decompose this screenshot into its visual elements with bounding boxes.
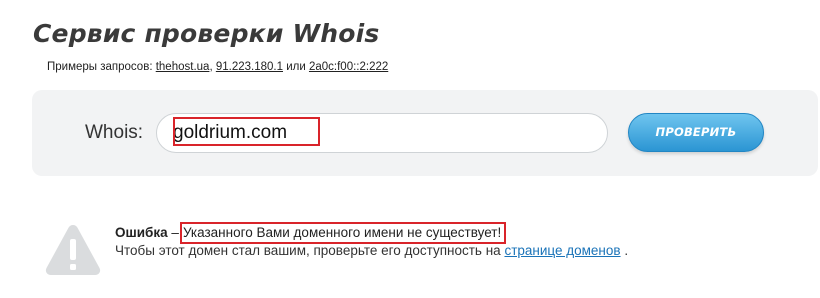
domain-input-container xyxy=(156,113,608,153)
domain-help-text: Чтобы этот домен стал вашим, проверьте е… xyxy=(115,243,628,258)
domain-input[interactable] xyxy=(173,118,593,148)
whois-search-panel: Whois: ПРОВЕРИТЬ xyxy=(32,90,818,176)
domains-page-link[interactable]: странице доменов xyxy=(504,243,620,258)
error-dash: – xyxy=(171,225,179,240)
page-title: Сервис проверки Whois xyxy=(33,19,380,48)
whois-label: Whois: xyxy=(85,122,144,143)
error-title: Ошибка xyxy=(115,225,168,240)
example-link-ipv6[interactable]: 2a0c:f00::2:222 xyxy=(309,61,388,73)
help-end: . xyxy=(624,243,629,258)
example-queries: Примеры запросов: thehost.ua, 91.223.180… xyxy=(47,61,388,73)
error-text: Указанного Вами доменного имени не сущес… xyxy=(182,225,502,240)
error-text-highlight: Указанного Вами доменного имени не сущес… xyxy=(179,222,507,244)
error-message: Ошибка – Указанного Вами доменного имени … xyxy=(115,222,507,244)
example-link-ip[interactable]: 91.223.180.1 xyxy=(216,61,283,73)
check-button[interactable]: ПРОВЕРИТЬ xyxy=(628,113,764,152)
examples-label: Примеры запросов: xyxy=(47,61,153,73)
help-text: Чтобы этот домен стал вашим, проверьте е… xyxy=(115,243,501,258)
warning-triangle-icon xyxy=(45,225,101,275)
examples-or: или xyxy=(286,61,306,73)
example-link-thehost[interactable]: thehost.ua xyxy=(156,61,210,73)
examples-separator: , xyxy=(209,61,213,73)
